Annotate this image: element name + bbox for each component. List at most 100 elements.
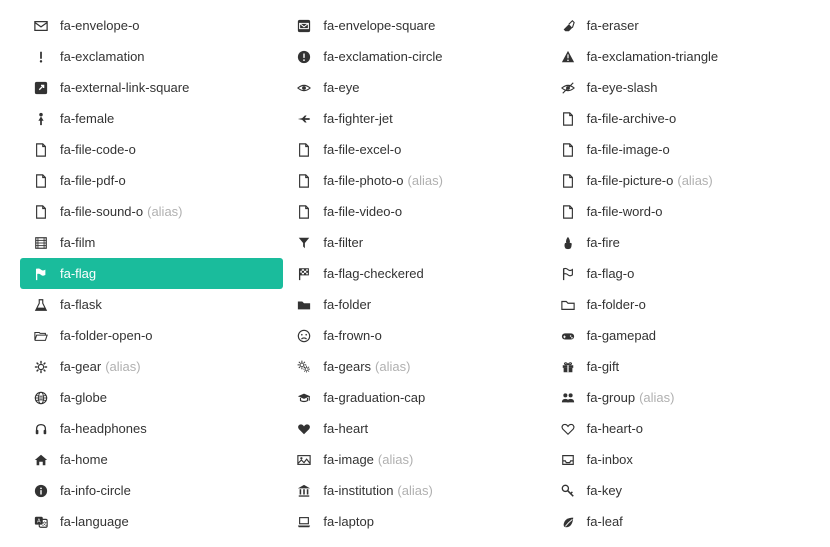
icon-item-fa-key[interactable]: fa-key: [547, 475, 810, 506]
icon-label: fa-exclamation-triangle: [587, 49, 719, 64]
icon-item-fa-envelope-o[interactable]: fa-envelope-o: [20, 10, 283, 41]
alias-badge: (alias): [105, 359, 140, 374]
icon-item-fa-headphones[interactable]: fa-headphones: [20, 413, 283, 444]
alias-badge: (alias): [677, 173, 712, 188]
file-pdf-o-icon: [34, 174, 56, 188]
icon-item-fa-eye-slash[interactable]: fa-eye-slash: [547, 72, 810, 103]
icon-item-fa-file-photo-o[interactable]: fa-file-photo-o(alias): [283, 165, 546, 196]
icon-item-fa-folder-o[interactable]: fa-folder-o: [547, 289, 810, 320]
icon-label: fa-exclamation: [60, 49, 145, 64]
eye-icon: [297, 81, 319, 95]
icon-label: fa-envelope-square: [323, 18, 435, 33]
icon-label: fa-exclamation-circle: [323, 49, 442, 64]
icon-label: fa-flag-o: [587, 266, 635, 281]
icon-item-fa-flag-o[interactable]: fa-flag-o: [547, 258, 810, 289]
icon-item-fa-file-picture-o[interactable]: fa-file-picture-o(alias): [547, 165, 810, 196]
frown-o-icon: [297, 329, 319, 343]
icon-item-fa-fire[interactable]: fa-fire: [547, 227, 810, 258]
icon-item-fa-inbox[interactable]: fa-inbox: [547, 444, 810, 475]
icon-item-fa-gamepad[interactable]: fa-gamepad: [547, 320, 810, 351]
icon-item-fa-exclamation-triangle[interactable]: fa-exclamation-triangle: [547, 41, 810, 72]
icon-label: fa-heart-o: [587, 421, 643, 436]
icon-item-fa-eraser[interactable]: fa-eraser: [547, 10, 810, 41]
group-icon: [561, 391, 583, 405]
icon-item-fa-file-sound-o[interactable]: fa-file-sound-o(alias): [20, 196, 283, 227]
image-icon: [297, 453, 319, 467]
institution-icon: [297, 484, 319, 498]
icon-label: fa-fire: [587, 235, 620, 250]
icon-item-fa-file-word-o[interactable]: fa-file-word-o: [547, 196, 810, 227]
folder-icon: [297, 298, 319, 312]
icon-grid: fa-envelope-o fa-envelope-square fa-eraser…: [20, 10, 810, 537]
icon-label: fa-home: [60, 452, 108, 467]
icon-label: fa-headphones: [60, 421, 147, 436]
icon-label: fa-envelope-o: [60, 18, 140, 33]
gears-icon: [297, 360, 319, 374]
icon-item-fa-group[interactable]: fa-group(alias): [547, 382, 810, 413]
icon-item-fa-flask[interactable]: fa-flask: [20, 289, 283, 320]
icon-label: fa-external-link-square: [60, 80, 189, 95]
icon-item-fa-envelope-square[interactable]: fa-envelope-square: [283, 10, 546, 41]
icon-label: fa-fighter-jet: [323, 111, 392, 126]
icon-item-fa-frown-o[interactable]: fa-frown-o: [283, 320, 546, 351]
icon-label: fa-flask: [60, 297, 102, 312]
icon-item-fa-heart-o[interactable]: fa-heart-o: [547, 413, 810, 444]
icon-item-fa-external-link-square[interactable]: fa-external-link-square: [20, 72, 283, 103]
icon-label: fa-flag: [60, 266, 96, 281]
icon-label: fa-flag-checkered: [323, 266, 423, 281]
icon-item-fa-exclamation[interactable]: fa-exclamation: [20, 41, 283, 72]
icon-label: fa-eye: [323, 80, 359, 95]
icon-label: fa-frown-o: [323, 328, 382, 343]
file-code-o-icon: [34, 143, 56, 157]
icon-item-fa-file-excel-o[interactable]: fa-file-excel-o: [283, 134, 546, 165]
icon-item-fa-folder-open-o[interactable]: fa-folder-open-o: [20, 320, 283, 351]
icon-item-fa-leaf[interactable]: fa-leaf: [547, 506, 810, 537]
icon-item-fa-exclamation-circle[interactable]: fa-exclamation-circle: [283, 41, 546, 72]
flag-o-icon: [561, 267, 583, 281]
icon-item-fa-file-archive-o[interactable]: fa-file-archive-o: [547, 103, 810, 134]
icon-item-fa-image[interactable]: fa-image(alias): [283, 444, 546, 475]
icon-item-fa-gift[interactable]: fa-gift: [547, 351, 810, 382]
icon-item-fa-fighter-jet[interactable]: fa-fighter-jet: [283, 103, 546, 134]
icon-item-fa-institution[interactable]: fa-institution(alias): [283, 475, 546, 506]
icon-item-fa-heart[interactable]: fa-heart: [283, 413, 546, 444]
film-icon: [34, 236, 56, 250]
icon-label: fa-leaf: [587, 514, 623, 529]
icon-item-fa-filter[interactable]: fa-filter: [283, 227, 546, 258]
filter-icon: [297, 236, 319, 250]
icon-item-fa-file-image-o[interactable]: fa-file-image-o: [547, 134, 810, 165]
gamepad-icon: [561, 329, 583, 343]
icon-item-fa-flag[interactable]: fa-flag: [20, 258, 283, 289]
icon-item-fa-folder[interactable]: fa-folder: [283, 289, 546, 320]
icon-item-fa-graduation-cap[interactable]: fa-graduation-cap: [283, 382, 546, 413]
icon-item-fa-file-pdf-o[interactable]: fa-file-pdf-o: [20, 165, 283, 196]
icon-item-fa-file-video-o[interactable]: fa-file-video-o: [283, 196, 546, 227]
external-link-square-icon: [34, 81, 56, 95]
icon-item-fa-gear[interactable]: fa-gear(alias): [20, 351, 283, 382]
icon-item-fa-info-circle[interactable]: fa-info-circle: [20, 475, 283, 506]
icon-item-fa-eye[interactable]: fa-eye: [283, 72, 546, 103]
icon-label: fa-info-circle: [60, 483, 131, 498]
fighter-jet-icon: [297, 112, 319, 126]
icon-item-fa-language[interactable]: fa-language: [20, 506, 283, 537]
icon-item-fa-laptop[interactable]: fa-laptop: [283, 506, 546, 537]
icon-item-fa-home[interactable]: fa-home: [20, 444, 283, 475]
icon-item-fa-gears[interactable]: fa-gears(alias): [283, 351, 546, 382]
alias-badge: (alias): [378, 452, 413, 467]
home-icon: [34, 453, 56, 467]
file-archive-o-icon: [561, 112, 583, 126]
icon-label: fa-file-video-o: [323, 204, 402, 219]
icon-item-fa-flag-checkered[interactable]: fa-flag-checkered: [283, 258, 546, 289]
file-image-o-icon: [561, 143, 583, 157]
eye-slash-icon: [561, 81, 583, 95]
icon-item-fa-film[interactable]: fa-film: [20, 227, 283, 258]
exclamation-circle-icon: [297, 50, 319, 64]
alias-badge: (alias): [408, 173, 443, 188]
icon-item-fa-female[interactable]: fa-female: [20, 103, 283, 134]
icon-label: fa-institution: [323, 483, 393, 498]
icon-label: fa-globe: [60, 390, 107, 405]
icon-item-fa-file-code-o[interactable]: fa-file-code-o: [20, 134, 283, 165]
envelope-o-icon: [34, 19, 56, 33]
icon-label: fa-filter: [323, 235, 363, 250]
icon-item-fa-globe[interactable]: fa-globe: [20, 382, 283, 413]
